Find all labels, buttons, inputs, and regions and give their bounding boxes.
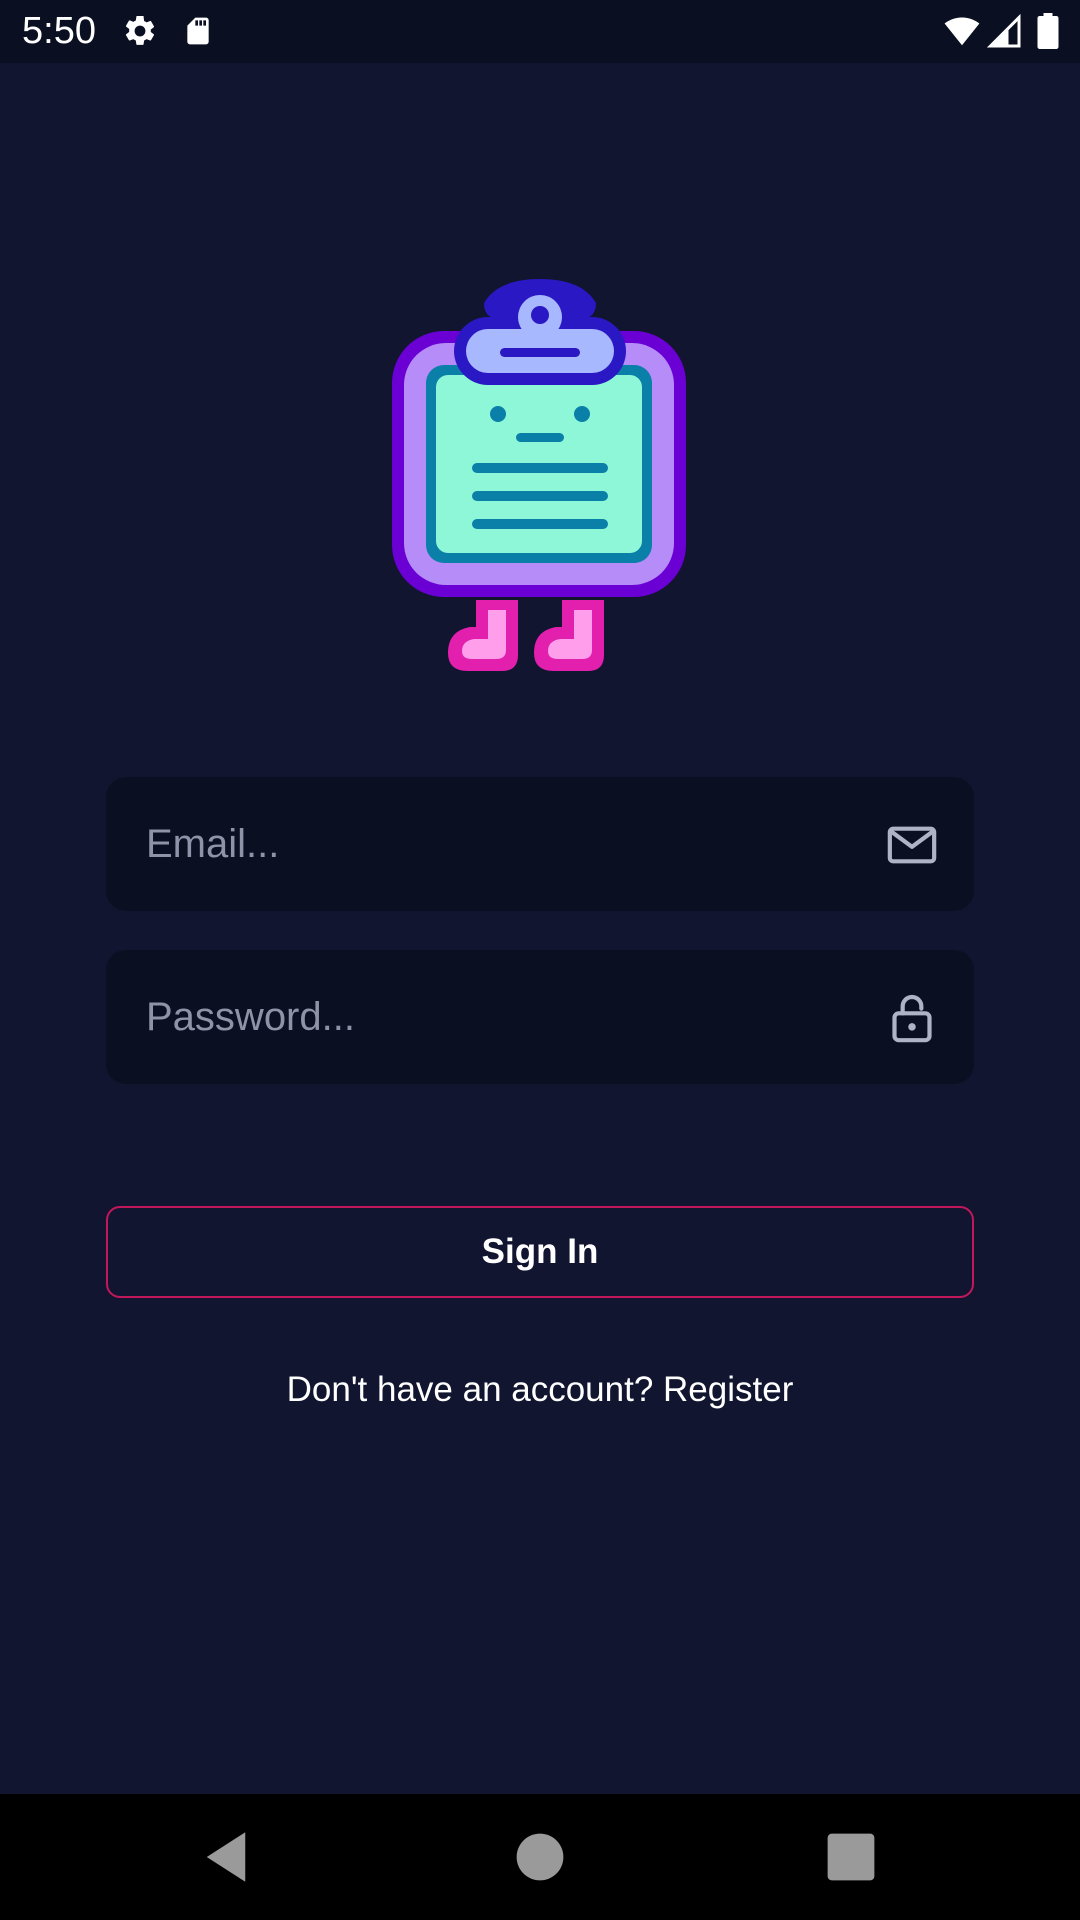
email-input[interactable] [146,777,846,911]
sd-card-icon [187,17,209,45]
sign-in-button[interactable]: Sign In [106,1206,974,1298]
navigation-bar [0,1794,1080,1920]
password-input[interactable] [146,950,846,1084]
signal-icon [986,13,1021,48]
clipboard-mascot-icon [392,279,686,671]
gear-icon [125,15,155,45]
wifi-icon [944,17,980,46]
status-time: 5:50 [22,10,96,52]
password-field[interactable] [106,950,974,1084]
recents-icon[interactable] [818,1824,884,1890]
mail-icon [887,826,937,864]
register-link[interactable]: Don't have an account? Register [0,1368,1080,1412]
lock-icon [892,994,932,1043]
status-bar: 5:50 [0,0,1080,63]
login-screen: 5:50 Email... Sign In Don't have an acco… [0,0,1080,1920]
back-icon[interactable] [193,1824,259,1890]
email-field[interactable] [106,777,974,911]
home-icon[interactable] [507,1824,573,1890]
battery-icon [1037,13,1059,49]
